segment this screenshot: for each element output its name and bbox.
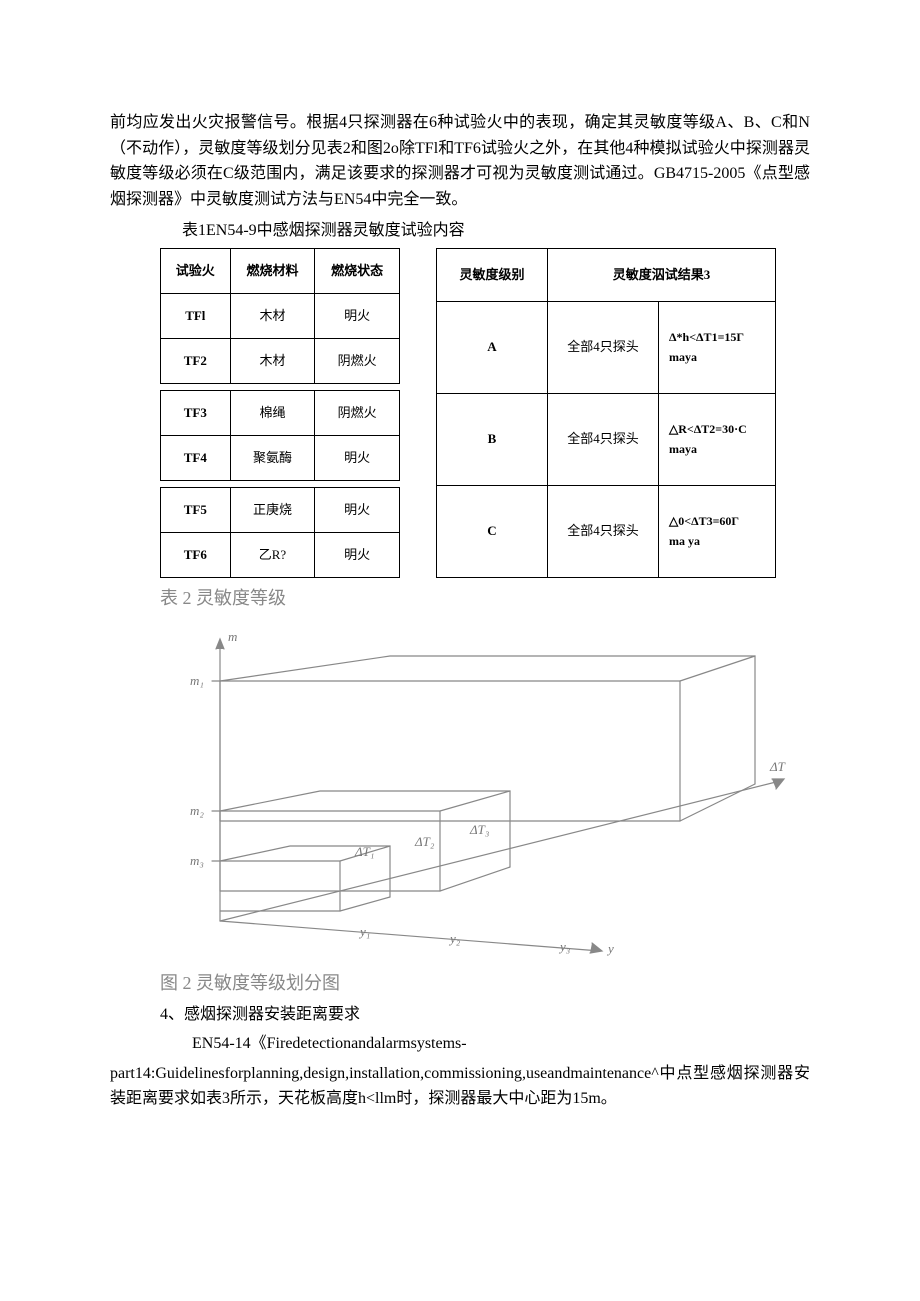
table1-caption: 表1EN54-9中感烟探测器灵敏度试验内容 [150,218,810,244]
t2-h1: 灵敏度级别 [437,248,548,301]
t1-h1: 试验火 [161,248,231,293]
table-row: C 全部4只探头 △0<ΔT3=60Γ ma ya [437,485,776,577]
t1-h2: 燃烧材料 [230,248,315,293]
table-1: 试验火 燃烧材料 燃烧状态 TFl木材明火 TF2木材阴燃火 TF3棉绳阴燃火 … [160,248,400,578]
label-y2: y₂ [448,931,461,946]
label-y1: y₁ [358,924,370,939]
tables-row: 试验火 燃烧材料 燃烧状态 TFl木材明火 TF2木材阴燃火 TF3棉绳阴燃火 … [160,248,810,578]
figure2-caption: 图 2 灵敏度等级划分图 [160,969,810,998]
label-m2: m₂ [190,803,204,818]
table-row: TF3棉绳阴燃火 [161,390,400,435]
paragraph-2a: EN54-14《Firedetectionandalarmsystems- [160,1031,810,1057]
table-row: A 全部4只探头 Δ*h<ΔT1=15Γmaya [437,301,776,393]
sensitivity-cube-diagram: m m₁ m₂ m₃ ΔT₁ ΔT₂ ΔT₃ ΔT y y₁ y₂ y₃ [160,621,800,961]
table-row: 灵敏度级别 灵敏度泅试结果3 [437,248,776,301]
paragraph-2b: part14:Guidelinesforplanning,design,inst… [110,1061,810,1112]
label-m3: m₃ [190,853,204,868]
table-row: 试验火 燃烧材料 燃烧状态 [161,248,400,293]
table-row: B 全部4只探头 △R<ΔT2=30·C maya [437,393,776,485]
table2-caption: 表 2 灵敏度等级 [160,584,810,613]
label-dt3: ΔT₃ [469,822,489,837]
table-2: 灵敏度级别 灵敏度泅试结果3 A 全部4只探头 Δ*h<ΔT1=15Γmaya … [436,248,776,578]
section-4-title: 4、感烟探测器安装距离要求 [160,1002,810,1028]
figure-2: m m₁ m₂ m₃ ΔT₁ ΔT₂ ΔT₃ ΔT y y₁ y₂ y₃ [160,621,810,961]
axis-label-m: m [228,629,237,644]
label-dt1: ΔT₁ [354,844,374,859]
paragraph-intro: 前均应发出火灾报警信号。根据4只探测器在6种试验火中的表现，确定其灵敏度等级A、… [110,110,810,212]
axis-label-y: y [606,941,614,956]
table-row: TF2木材阴燃火 [161,338,400,383]
axis-label-dt: ΔT [769,759,786,774]
label-y3: y₃ [558,939,570,954]
label-m1: m₁ [190,673,204,688]
label-dt2: ΔT₂ [414,834,435,849]
t2-h2: 灵敏度泅试结果3 [548,248,776,301]
t1-h3: 燃烧状态 [315,248,400,293]
table-row: TF5正庚烧明火 [161,487,400,532]
table-row: TFl木材明火 [161,293,400,338]
table-row: TF4聚氨酶明火 [161,435,400,480]
table-row: TF6乙R?明火 [161,532,400,577]
